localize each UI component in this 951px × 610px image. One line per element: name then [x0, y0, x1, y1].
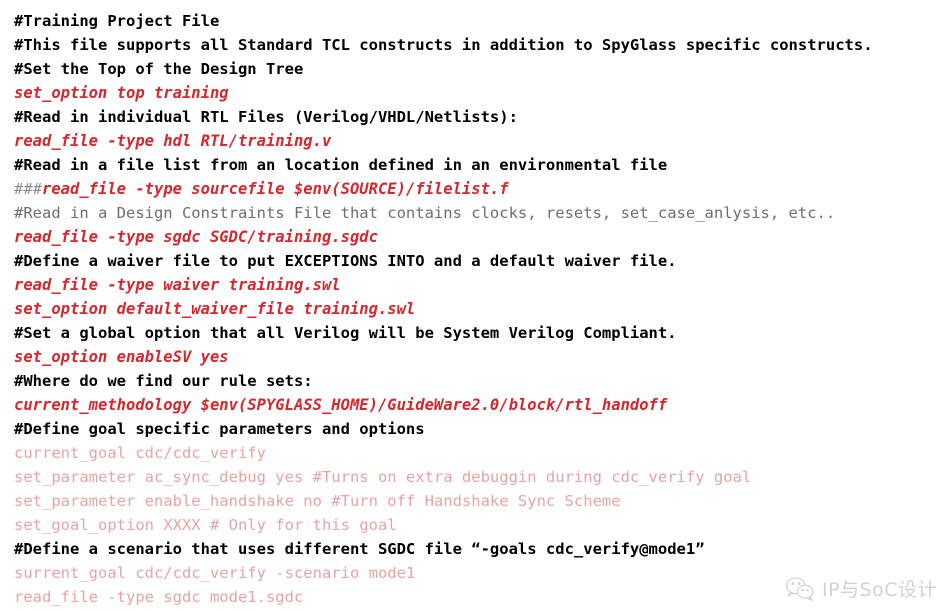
code-line: surrent_goal cdc/cdc_verify -scenario mo…: [14, 564, 416, 582]
code-line-text: read_file -type sourcefile $env(SOURCE)/…: [42, 180, 509, 198]
code-line: set_option top training: [14, 84, 229, 102]
code-viewer: #Training Project File #This file support…: [0, 0, 951, 610]
watermark: IP与SoC设计: [785, 575, 937, 602]
code-line: #Define a waiver file to put EXCEPTIONS …: [14, 252, 677, 270]
code-line: read_file -type sgdc mode1.sgdc: [14, 588, 304, 606]
code-line: current_goal cdc/cdc_verify: [14, 444, 266, 462]
code-line: #Define a scenario that uses different S…: [14, 540, 705, 558]
code-line: #Define goal specific parameters and opt…: [14, 420, 425, 438]
code-line: #Read in a file list from an location de…: [14, 156, 668, 174]
code-line: read_file -type waiver training.swl: [14, 276, 341, 294]
code-line: set_goal_option XXXX # Only for this goa…: [14, 516, 397, 534]
code-line: #Set a global option that all Verilog wi…: [14, 324, 677, 342]
wechat-icon: [785, 576, 815, 602]
code-line: #This file supports all Standard TCL con…: [14, 36, 873, 54]
code-line: #Where do we find our rule sets:: [14, 372, 313, 390]
code-line: #Training Project File: [14, 12, 220, 30]
code-line: read_file -type hdl RTL/training.v: [14, 132, 332, 150]
code-line: #Read in individual RTL Files (Verilog/V…: [14, 108, 518, 126]
code-line: read_file -type sgdc SGDC/training.sgdc: [14, 228, 378, 246]
comment-hash-prefix: ###: [14, 180, 42, 198]
watermark-text: IP与SoC设计: [821, 579, 937, 601]
code-line: set_parameter ac_sync_debug yes #Turns o…: [14, 468, 752, 486]
code-line: #Read in a Design Constraints File that …: [14, 204, 836, 222]
code-line: ###read_file -type sourcefile $env(SOURC…: [14, 177, 509, 201]
code-line: set_option enableSV yes: [14, 348, 229, 366]
code-line: set_option default_waiver_file training.…: [14, 300, 416, 318]
code-line: current_methodology $env(SPYGLASS_HOME)/…: [14, 396, 668, 414]
code-line: #Set the Top of the Design Tree: [14, 60, 304, 78]
code-line: set_parameter enable_handshake no #Turn …: [14, 492, 621, 510]
